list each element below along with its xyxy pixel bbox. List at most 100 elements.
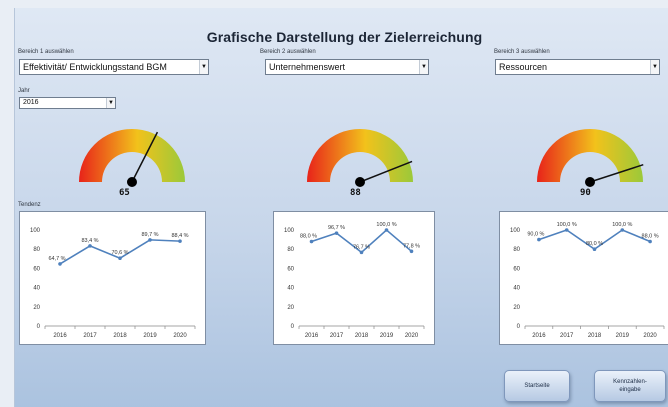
gauge-arc <box>79 129 185 182</box>
x-tick-label: 2020 <box>643 333 657 339</box>
chevron-down-icon[interactable]: ▼ <box>419 60 428 74</box>
data-point <box>359 250 364 255</box>
y-tick-label: 100 <box>284 228 295 234</box>
x-tick-label: 2016 <box>532 333 546 339</box>
kennzahleneingabe-button[interactable]: Kennzahlen- eingabe <box>594 370 666 402</box>
gauge-area-1 <box>79 129 185 187</box>
data-point <box>148 238 152 242</box>
chevron-down-icon[interactable]: ▼ <box>106 98 115 108</box>
data-point <box>564 228 569 232</box>
area-3-label: Bereich 3 auswählen <box>494 49 550 55</box>
data-point <box>648 239 652 244</box>
x-tick-label: 2016 <box>305 333 319 339</box>
y-tick-label: 100 <box>30 228 41 234</box>
data-label: 100,0 % <box>376 222 396 228</box>
x-tick-label: 2018 <box>588 333 602 339</box>
gauge-3-value: 90 <box>580 188 591 198</box>
trend-chart-2: 0 20 40 60 80 100 2016 2017 2018 2019 2020 88,0 % 96… <box>273 211 435 345</box>
data-point <box>384 228 389 232</box>
data-label: 80,0 % <box>586 241 603 247</box>
x-tick-label: 2018 <box>113 333 127 339</box>
y-tick-label: 80 <box>513 247 520 253</box>
gauge-2-value: 88 <box>350 188 361 198</box>
data-point <box>58 262 62 266</box>
x-tick-label: 2018 <box>355 333 369 339</box>
y-tick-label: 0 <box>517 324 521 330</box>
data-label: 96,7 % <box>328 225 345 231</box>
area-2-dropdown[interactable]: Unternehmenswert ▼ <box>265 59 429 75</box>
area-3-dropdown[interactable]: Ressourcen ▼ <box>495 59 660 75</box>
y-tick-label: 80 <box>33 247 40 253</box>
y-tick-label: 40 <box>513 286 520 292</box>
y-tick-label: 100 <box>510 228 521 234</box>
x-tick-label: 2019 <box>616 333 630 339</box>
gauge-arc <box>537 129 643 182</box>
page-title: Grafische Darstellung der Zielerreichung <box>206 29 483 45</box>
data-label: 100,0 % <box>612 222 632 228</box>
area-1-label: Bereich 1 auswählen <box>18 49 74 55</box>
x-tick-label: 2019 <box>143 333 157 339</box>
kennzahleneingabe-button-label: Kennzahlen- eingabe <box>613 379 647 393</box>
data-label: 83,4 % <box>81 238 98 244</box>
data-label: 70,6 % <box>111 250 128 256</box>
trend-chart-3: 0 20 40 60 80 100 2016 2017 2018 2019 2020 90,0 % 10… <box>499 211 668 345</box>
y-tick-label: 40 <box>33 286 40 292</box>
trend-chart-1: 0 20 40 60 80 100 2016 2017 2018 2019 2020 64,7 % 83… <box>19 211 206 345</box>
data-label: 77,8 % <box>403 243 420 249</box>
data-point <box>334 231 339 235</box>
y-tick-label: 20 <box>33 305 40 311</box>
data-label: 76,7 % <box>353 244 370 250</box>
y-tick-label: 80 <box>287 247 294 253</box>
startseite-button[interactable]: Startseite <box>504 370 570 402</box>
x-tick-label: 2017 <box>83 333 97 339</box>
x-tick-label: 2020 <box>405 333 419 339</box>
gauge-hub <box>585 177 595 187</box>
data-point <box>118 256 122 261</box>
data-point <box>409 249 414 254</box>
y-tick-label: 20 <box>513 305 520 311</box>
x-tick-label: 2017 <box>560 333 574 339</box>
gauge-hub <box>127 177 137 187</box>
y-tick-label: 60 <box>33 266 40 272</box>
trend-label: Tendenz <box>18 202 41 208</box>
data-point <box>592 247 597 251</box>
data-point <box>178 239 182 243</box>
data-label: 88,4 % <box>171 233 188 239</box>
dashboard-sheet: Grafische Darstellung der Zielerreichung… <box>14 8 668 407</box>
area-2-selected: Unternehmenswert <box>269 62 346 72</box>
area-2-label: Bereich 2 auswählen <box>260 49 316 55</box>
year-label: Jahr <box>18 88 30 94</box>
data-point <box>537 237 541 242</box>
data-point <box>620 228 625 232</box>
data-label: 88,0 % <box>642 234 659 240</box>
gauge-area-3 <box>537 129 644 187</box>
x-tick-label: 2016 <box>53 333 67 339</box>
chevron-down-icon[interactable]: ▼ <box>199 60 208 74</box>
gauge-arc <box>307 129 413 182</box>
data-point <box>309 239 314 244</box>
area-1-dropdown[interactable]: Effektivität/ Entwicklungsstand BGM ▼ <box>19 59 209 75</box>
startseite-button-label: Startseite <box>524 383 550 389</box>
y-tick-label: 60 <box>287 266 294 272</box>
y-tick-label: 0 <box>291 324 295 330</box>
data-label: 89,7 % <box>141 232 158 238</box>
area-3-selected: Ressourcen <box>499 62 548 72</box>
y-tick-label: 40 <box>287 286 294 292</box>
gauge-area-2 <box>307 129 413 187</box>
year-selected: 2016 <box>23 99 39 106</box>
year-dropdown[interactable]: 2016 ▼ <box>19 97 116 109</box>
data-point <box>88 244 92 248</box>
y-tick-label: 0 <box>37 324 41 330</box>
area-1-selected: Effektivität/ Entwicklungsstand BGM <box>23 62 167 72</box>
data-label: 88,0 % <box>300 234 317 240</box>
data-label: 64,7 % <box>48 256 65 262</box>
x-tick-label: 2017 <box>330 333 344 339</box>
x-tick-label: 2020 <box>173 333 187 339</box>
chevron-down-icon[interactable]: ▼ <box>650 60 659 74</box>
data-label: 90,0 % <box>527 232 544 238</box>
x-tick-label: 2019 <box>380 333 394 339</box>
data-label: 100,0 % <box>557 222 577 228</box>
gauge-hub <box>355 177 365 187</box>
y-tick-label: 20 <box>287 305 294 311</box>
y-tick-label: 60 <box>513 266 520 272</box>
